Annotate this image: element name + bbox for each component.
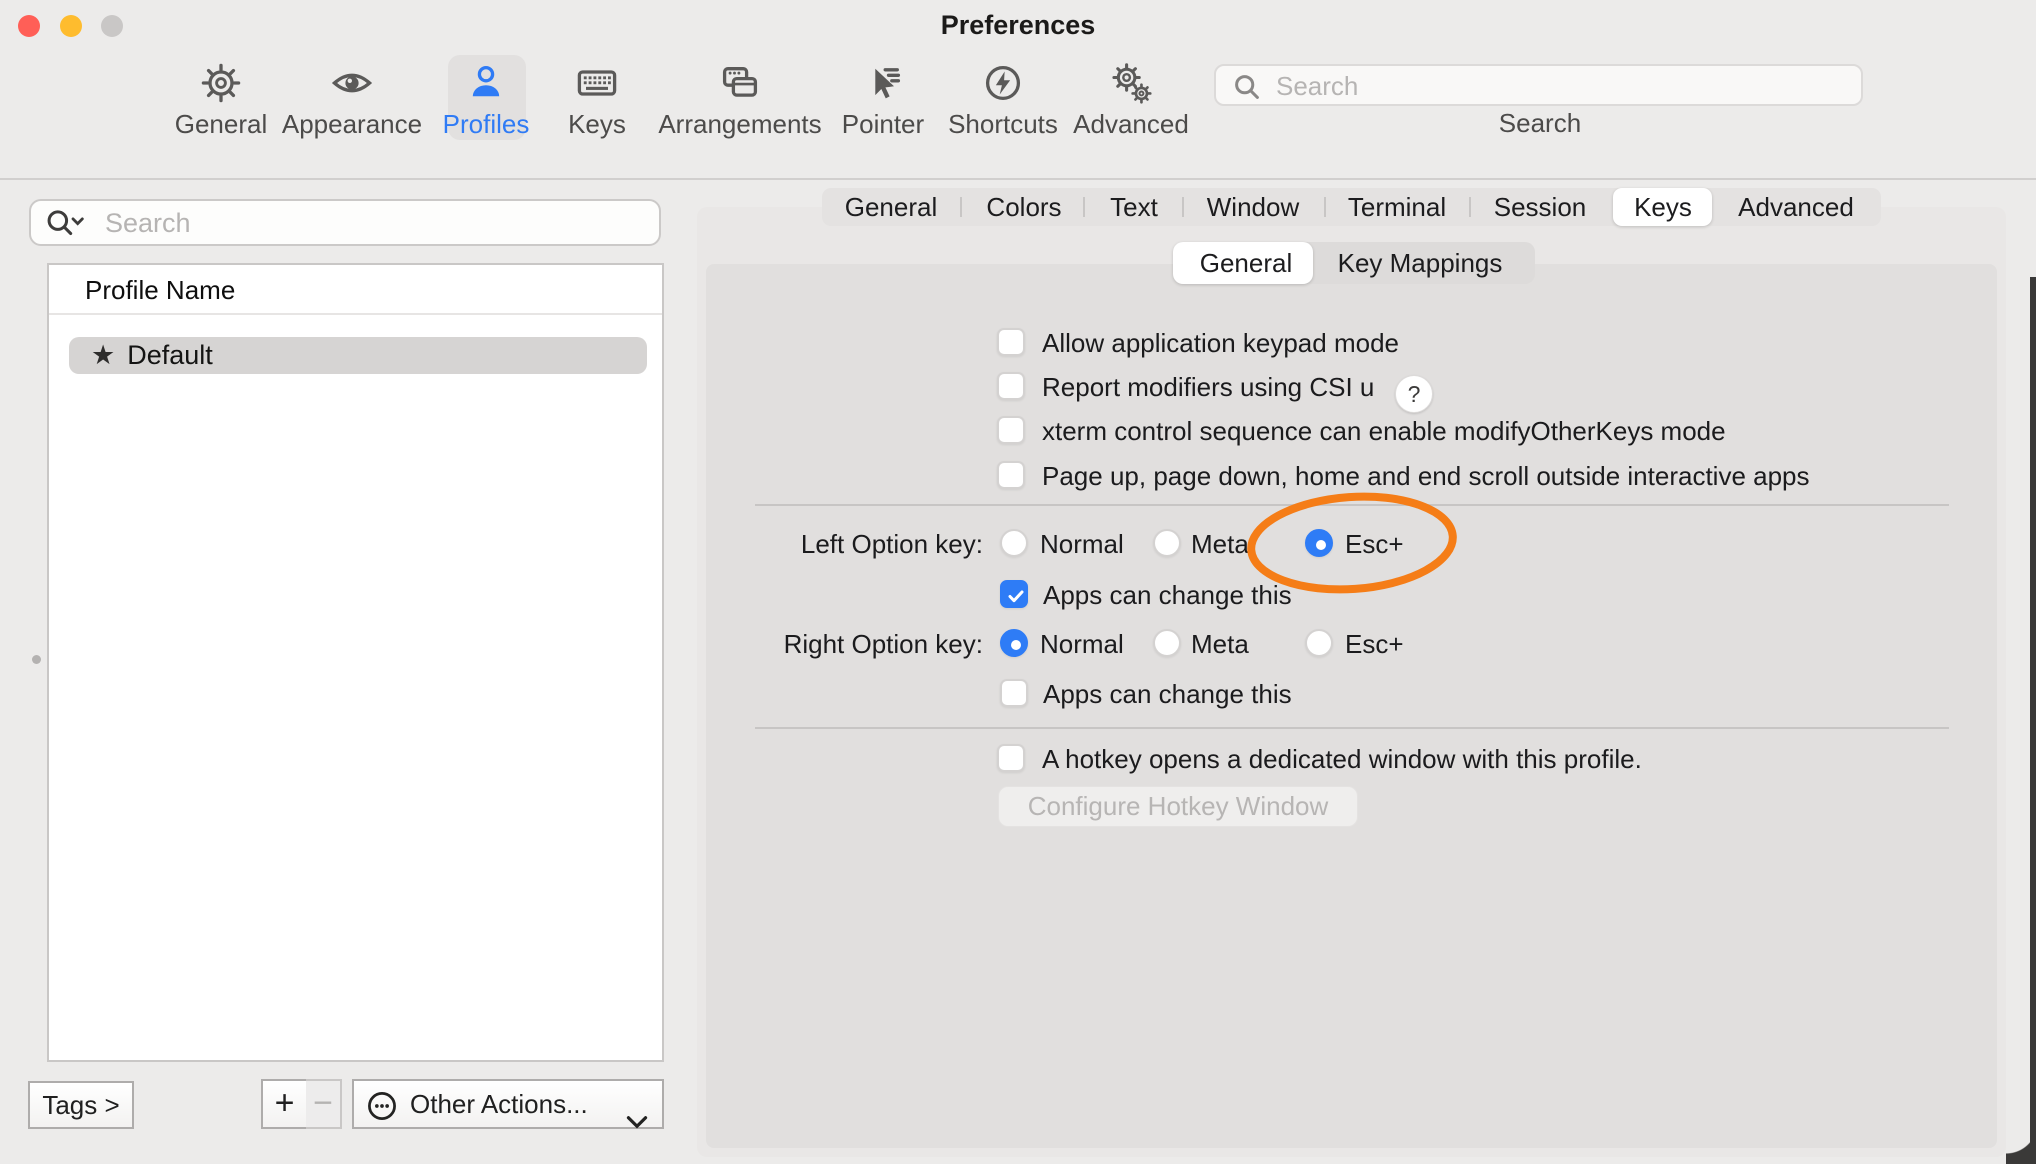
toolbar-label-advanced: Advanced — [1056, 109, 1206, 139]
section-divider — [755, 504, 1949, 506]
chevron-down-icon — [626, 1097, 648, 1143]
tab-text[interactable]: Text — [1110, 188, 1158, 226]
radio-right-option-normal-label[interactable]: Normal — [1040, 629, 1124, 659]
star-icon: ★ — [91, 340, 115, 370]
help-button[interactable]: ? — [1395, 375, 1433, 413]
tab-divider — [1469, 197, 1471, 217]
keys-subtabbar: General Key Mappings — [1173, 242, 1535, 284]
tab-divider — [1182, 197, 1184, 217]
tags-button[interactable]: Tags > — [28, 1081, 134, 1129]
checkbox-left-apps-can-change-label[interactable]: Apps can change this — [1043, 580, 1292, 610]
tab-advanced[interactable]: Advanced — [1738, 188, 1854, 226]
profile-row-default[interactable]: ★ Default — [69, 337, 647, 374]
toolbar-search-field[interactable] — [1214, 64, 1863, 106]
other-actions-dropdown[interactable]: Other Actions... — [352, 1079, 664, 1129]
profile-tabbar: General Colors Text Window Terminal Sess… — [822, 188, 1881, 226]
other-actions-label: Other Actions... — [410, 1089, 588, 1119]
gears-icon — [1056, 61, 1206, 109]
window-corner — [2006, 1122, 2036, 1164]
profile-list: Profile Name ★ Default — [47, 263, 664, 1062]
radio-left-option-meta-label[interactable]: Meta — [1191, 529, 1249, 559]
configure-hotkey-window-button[interactable]: Configure Hotkey Window — [998, 786, 1358, 827]
tab-terminal[interactable]: Terminal — [1348, 188, 1446, 226]
radio-right-option-normal[interactable] — [1000, 629, 1028, 657]
windows-icon — [645, 61, 835, 109]
search-scope-icon — [45, 207, 87, 244]
checkbox-right-apps-can-change[interactable] — [1000, 679, 1028, 707]
profile-list-header: Profile Name — [85, 275, 235, 306]
toolbar-item-general[interactable]: General — [146, 57, 296, 141]
tab-colors[interactable]: Colors — [986, 188, 1061, 226]
checkbox-csi-u[interactable] — [997, 372, 1025, 400]
radio-right-option-esc-label[interactable]: Esc+ — [1345, 629, 1404, 659]
checkbox-modify-other-keys[interactable] — [997, 416, 1025, 444]
toolbar-search-input[interactable] — [1274, 68, 1838, 104]
radio-left-option-meta[interactable] — [1153, 529, 1181, 557]
radio-right-option-esc[interactable] — [1305, 629, 1333, 657]
checkbox-hotkey-window-label[interactable]: A hotkey opens a dedicated window with t… — [1042, 744, 1642, 774]
section-divider — [755, 727, 1949, 729]
toolbar-item-appearance[interactable]: Appearance — [277, 57, 427, 141]
search-icon — [1232, 72, 1262, 107]
toolbar-label-appearance: Appearance — [277, 109, 427, 139]
tab-keys[interactable]: Keys — [1634, 188, 1692, 226]
right-option-key-label: Right Option key: — [700, 629, 983, 659]
subtab-key-mappings[interactable]: Key Mappings — [1338, 242, 1503, 284]
tab-window[interactable]: Window — [1207, 188, 1299, 226]
toolbar-label-general: General — [146, 109, 296, 139]
tab-session[interactable]: Session — [1494, 188, 1587, 226]
eye-icon — [277, 61, 427, 109]
checkbox-modify-other-keys-label[interactable]: xterm control sequence can enable modify… — [1042, 416, 1726, 446]
radio-right-option-meta[interactable] — [1153, 629, 1181, 657]
profile-search-input[interactable] — [103, 204, 647, 242]
toolbar-item-arrangements[interactable]: Arrangements — [645, 57, 835, 141]
ellipsis-circle-icon — [366, 1090, 398, 1136]
remove-profile-button[interactable]: − — [306, 1079, 342, 1129]
radio-left-option-esc-label[interactable]: Esc+ — [1345, 529, 1404, 559]
toolbar-divider — [0, 178, 2036, 180]
background-window-edge — [2030, 277, 2036, 1164]
radio-right-option-meta-label[interactable]: Meta — [1191, 629, 1249, 659]
gear-icon — [146, 61, 296, 109]
tab-divider — [1324, 197, 1326, 217]
subtab-general[interactable]: General — [1200, 242, 1293, 284]
profile-search-field[interactable] — [29, 199, 661, 246]
toolbar-label-arrangements: Arrangements — [645, 109, 835, 139]
checkbox-right-apps-can-change-label[interactable]: Apps can change this — [1043, 679, 1292, 709]
checkbox-page-scroll[interactable] — [997, 461, 1025, 489]
checkbox-page-scroll-label[interactable]: Page up, page down, home and end scroll … — [1042, 461, 1810, 491]
radio-left-option-esc[interactable] — [1305, 529, 1333, 557]
checkbox-csi-u-label[interactable]: Report modifiers using CSI u — [1042, 372, 1374, 402]
checkbox-left-apps-can-change[interactable] — [1000, 580, 1028, 608]
add-profile-button[interactable]: + — [261, 1079, 308, 1129]
toolbar-search-caption: Search — [1440, 108, 1640, 139]
radio-left-option-normal-label[interactable]: Normal — [1040, 529, 1124, 559]
toolbar-item-advanced[interactable]: Advanced — [1056, 57, 1206, 141]
checkbox-keypad-mode-label[interactable]: Allow application keypad mode — [1042, 328, 1399, 358]
preferences-window: Preferences General Appearance — [0, 0, 2036, 1164]
tab-general[interactable]: General — [845, 188, 938, 226]
profile-name: Default — [127, 340, 213, 370]
tab-divider — [960, 197, 962, 217]
radio-left-option-normal[interactable] — [1000, 529, 1028, 557]
left-option-key-label: Left Option key: — [700, 529, 983, 559]
checkbox-keypad-mode[interactable] — [997, 328, 1025, 356]
header-divider — [49, 313, 662, 315]
tab-divider — [1083, 197, 1085, 217]
checkbox-hotkey-window[interactable] — [997, 744, 1025, 772]
pane-resize-dot — [32, 655, 41, 664]
window-title: Preferences — [0, 10, 2036, 41]
